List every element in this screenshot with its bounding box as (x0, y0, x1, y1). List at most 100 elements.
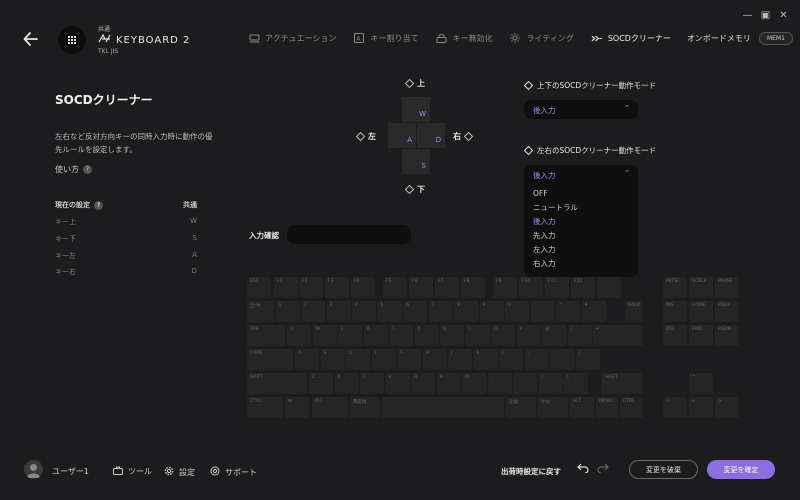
mode-option-last-input[interactable]: 後入力 (524, 215, 638, 229)
keyboard-key[interactable]: @ (542, 325, 566, 346)
horizontal-mode-select[interactable]: 後入力 ⌃ OFF ニュートラル 後入力 先入力 左入力 右入力 (524, 165, 638, 277)
shift-key[interactable]: SHIFT (602, 373, 643, 394)
keyboard-key[interactable]: K (473, 349, 498, 370)
input-check-field[interactable] (287, 225, 411, 244)
keyboard-key[interactable]: F3 (325, 277, 349, 298)
keyboard-key[interactable]: 4 (352, 301, 376, 322)
backspace-key[interactable]: BACK (625, 301, 643, 322)
keyboard-key[interactable]: - (530, 301, 555, 322)
reset-to-factory-button[interactable]: 出荷時設定に戻す (501, 466, 561, 477)
keyboard-key[interactable]: CTRL (247, 397, 283, 418)
keyboard-key[interactable]: I (465, 325, 490, 346)
avatar[interactable] (24, 460, 43, 479)
arrow-left-key[interactable]: < (663, 397, 687, 418)
keyboard-key[interactable]: B (411, 373, 435, 394)
tab-key[interactable]: TAB (247, 325, 285, 346)
discard-changes-button[interactable]: 変更を破棄 (629, 460, 698, 479)
keyboard-key[interactable]: [ (567, 325, 592, 346)
keyboard-key[interactable]: 6 (403, 301, 427, 322)
keyboard-key[interactable]: 9 (479, 301, 504, 322)
keyboard-key[interactable]: M (462, 373, 486, 394)
user-name[interactable]: ユーザー1 (52, 466, 89, 477)
maximize-icon[interactable]: ▣ (761, 10, 770, 21)
keyboard-key[interactable]: N (436, 373, 461, 394)
keyboard-key[interactable]: ALT (312, 397, 348, 418)
apply-changes-button[interactable]: 変更を確定 (707, 460, 775, 479)
keyboard-key[interactable]: 1 (275, 301, 300, 322)
back-arrow-icon[interactable] (22, 30, 40, 48)
key-a[interactable]: A (388, 123, 416, 148)
key-s[interactable]: S (402, 149, 430, 174)
keyboard-key[interactable]: F11 (545, 277, 569, 298)
keyboard-key[interactable]: , (487, 373, 512, 394)
keyboard-key[interactable]: CTRL (620, 397, 643, 418)
keyboard-key[interactable]: \ (564, 373, 588, 394)
keyboard-key[interactable]: : (550, 349, 574, 370)
tab-onboard-memory[interactable]: オンボードメモリ (687, 31, 751, 45)
keyboard-key[interactable]: 8 (454, 301, 478, 322)
keyboard-key[interactable]: F5 (383, 277, 407, 298)
keyboard-key[interactable]: F9 (493, 277, 517, 298)
keyboard-key[interactable]: ALT (570, 397, 594, 418)
keyboard-key[interactable]: ^ (556, 301, 580, 322)
keyboard-key[interactable]: X (334, 373, 359, 394)
tab-actuation[interactable]: アクチュエーション (248, 31, 336, 45)
keyboard-key[interactable]: PGUP (715, 301, 739, 322)
keyboard-key[interactable]: ; (524, 349, 549, 370)
keyboard-key[interactable]: L (499, 349, 523, 370)
tab-socd-cleaner[interactable]: SOCDクリーナー (591, 31, 671, 45)
caps-key[interactable]: CAPS (247, 349, 293, 370)
mode-option-off[interactable]: OFF (524, 187, 638, 201)
tools-button[interactable]: ツール (113, 466, 152, 477)
keyboard-key[interactable]: H (422, 349, 447, 370)
keyboard-key[interactable]: END (689, 325, 713, 346)
redo-icon[interactable] (597, 463, 609, 475)
settings-button[interactable]: 設定 (164, 466, 195, 478)
keyboard-key[interactable]: P (516, 325, 541, 346)
keyboard-key[interactable]: . (513, 373, 537, 394)
keyboard-key[interactable]: A (295, 349, 319, 370)
keyboard-key[interactable]: F4 (351, 277, 375, 298)
keyboard-key[interactable]: 変換 (506, 397, 536, 418)
shift-key[interactable]: SHIFT (247, 373, 307, 394)
support-button[interactable]: サポート (210, 466, 257, 478)
mode-option-first-input[interactable]: 先入力 (524, 229, 638, 243)
keyboard-key[interactable]: D (346, 349, 370, 370)
space-key[interactable] (382, 397, 504, 418)
keyboard-key[interactable]: R (363, 325, 388, 346)
keyboard-key[interactable]: SCRLK (689, 277, 713, 298)
keyboard-key[interactable]: F10 (519, 277, 543, 298)
keyboard-key[interactable]: T (389, 325, 413, 346)
keyboard-key[interactable]: PRTSC (663, 277, 687, 298)
close-icon[interactable]: ✕ (779, 10, 788, 21)
device-menu-button[interactable] (58, 26, 86, 54)
keyboard-key[interactable]: 無変換 (350, 397, 380, 418)
keyboard-key[interactable]: ] (575, 349, 600, 370)
tab-lighting[interactable]: ライティング (509, 31, 574, 45)
keyboard-key[interactable]: PAUSE (715, 277, 739, 298)
keyboard-key[interactable]: W (312, 325, 337, 346)
arrow-right-key[interactable]: > (715, 397, 739, 418)
how-to-link[interactable]: 使い方 ? (55, 164, 92, 175)
keyboard-key[interactable]: 2 (301, 301, 325, 322)
arrow-up-key[interactable]: ^ (689, 373, 713, 394)
keyboard-key[interactable]: ⊞ (285, 397, 309, 418)
keyboard-key[interactable]: O (491, 325, 515, 346)
keyboard-key[interactable]: F6 (409, 277, 433, 298)
key-d[interactable]: D (417, 123, 445, 148)
vertical-mode-select[interactable]: 後入力 ⌃ (524, 100, 638, 119)
keyboard-key[interactable]: PGDN (715, 325, 739, 346)
keyboard-key[interactable]: E (338, 325, 362, 346)
keyboard-key[interactable]: 7 (428, 301, 453, 322)
keyboard-key[interactable] (597, 277, 621, 298)
keyboard-key[interactable]: G (397, 349, 421, 370)
keyboard-key[interactable]: かな (538, 397, 568, 418)
keyboard-key[interactable]: U (440, 325, 464, 346)
enter-key[interactable]: ↵ (593, 325, 643, 346)
keyboard-key[interactable]: F8 (461, 277, 485, 298)
keyboard-key[interactable]: J (448, 349, 472, 370)
mode-option-left-input[interactable]: 左入力 (524, 243, 638, 257)
undo-icon[interactable] (577, 463, 589, 475)
keyboard-key[interactable]: ¥ (581, 301, 606, 322)
keyboard-key[interactable]: C (360, 373, 384, 394)
